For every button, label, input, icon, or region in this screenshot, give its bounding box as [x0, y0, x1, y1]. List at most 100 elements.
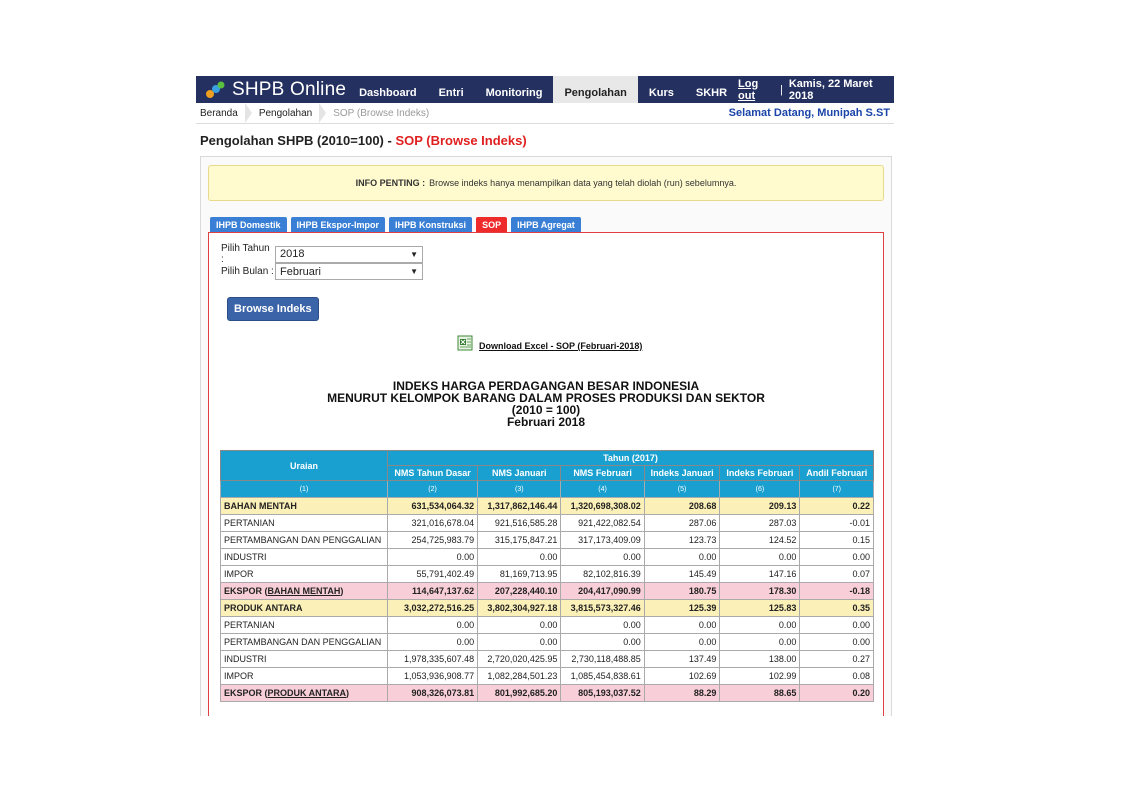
browse-indeks-button[interactable]: Browse Indeks [227, 297, 319, 321]
table-cell: 921,422,082.54 [560, 514, 645, 532]
download-excel-link[interactable]: Download Excel - SOP (Februari-2018) [479, 341, 642, 351]
table-cell: 0.00 [799, 548, 874, 566]
row-label-link[interactable]: BAHAN MENTAH [268, 586, 341, 596]
table-cell: -0.01 [799, 514, 874, 532]
column-number: (3) [477, 480, 562, 498]
table-cell: 138.00 [719, 650, 801, 668]
table-cell: 921,516,585.28 [477, 514, 562, 532]
tab-ihpb-ekspor-impor[interactable]: IHPB Ekspor-Impor [290, 217, 386, 233]
table-cell: 315,175,847.21 [477, 531, 562, 549]
row-label: PERTAMBANGAN DAN PENGGALIAN [220, 633, 388, 651]
table-cell: 0.15 [799, 531, 874, 549]
table-cell: 209.13 [719, 497, 801, 515]
nav-dashboard[interactable]: Dashboard [348, 76, 427, 103]
table-cell: 125.83 [719, 599, 801, 617]
row-label: INDUSTRI [220, 650, 388, 668]
table-cell: 908,326,073.81 [386, 684, 479, 702]
breadcrumb-beranda[interactable]: Beranda [196, 108, 242, 119]
top-right-area: Log out | Kamis, 22 Maret 2018 [738, 76, 894, 103]
table-cell: 123.73 [643, 531, 721, 549]
table-cell: 0.00 [799, 633, 874, 651]
table-cell: 0.00 [477, 548, 562, 566]
logout-link[interactable]: Log out [738, 78, 774, 102]
column-header-group: Tahun (2017) [387, 450, 874, 466]
logo-text: SHPB Online [232, 78, 347, 100]
table-cell: 2,720,020,425.95 [477, 650, 562, 668]
row-label: EKSPOR (BAHAN MENTAH) [220, 582, 388, 600]
tab-ihpb-domestik[interactable]: IHPB Domestik [210, 217, 287, 233]
row-label: EKSPOR (PRODUK ANTARA) [220, 684, 388, 702]
column-number: (4) [560, 480, 645, 498]
row-label-prefix: EKSPOR ( [224, 688, 268, 698]
bulan-select-value: Februari [280, 265, 321, 278]
tab-ihpb-konstruksi[interactable]: IHPB Konstruksi [389, 217, 473, 233]
table-cell: 147.16 [719, 565, 801, 583]
table-row: BAHAN MENTAH 631,534,064.32 1,317,862,146.… [220, 497, 874, 515]
form-row-bulan: Pilih Bulan : Februari ▼ [221, 263, 423, 280]
table-cell: 82,102,816.39 [560, 565, 645, 583]
table-row: PERTAMBANGAN DAN PENGGALIAN 0.00 0.00 0.00 0… [220, 633, 874, 651]
breadcrumb-pengolahan[interactable]: Pengolahan [255, 108, 316, 119]
row-label: PRODUK ANTARA [220, 599, 388, 617]
chevron-down-icon: ▼ [410, 267, 418, 276]
table-cell: 0.27 [799, 650, 874, 668]
excel-file-icon[interactable] [457, 335, 473, 351]
table-cell: -0.18 [799, 582, 874, 600]
table-cell: 631,534,064.32 [386, 497, 479, 515]
table-cell: 114,647,137.62 [386, 582, 479, 600]
nav-kurs[interactable]: Kurs [638, 76, 685, 103]
table-cell: 321,016,678.04 [386, 514, 479, 532]
app-window: SHPB Online Dashboard Entri Monitoring P… [196, 76, 894, 716]
table-cell: 0.07 [799, 565, 874, 583]
table-cell: 0.00 [386, 633, 479, 651]
table-cell: 0.00 [719, 548, 801, 566]
form-row-tahun: Pilih Tahun : 2018 ▼ [221, 243, 423, 265]
table-cell: 102.69 [643, 667, 721, 685]
info-box: INFO PENTING : Browse indeks hanya menam… [208, 165, 884, 201]
row-label-suffix: ) [340, 586, 344, 596]
table-cell: 0.00 [560, 616, 645, 634]
report-title-line: Februari 2018 [506, 415, 586, 429]
nav-pengolahan[interactable]: Pengolahan [553, 76, 638, 103]
tahun-select[interactable]: 2018 ▼ [275, 245, 423, 263]
table-cell: 0.00 [643, 616, 721, 634]
app-logo[interactable]: SHPB Online [196, 76, 348, 103]
breadcrumb-separator [319, 103, 327, 123]
index-table: Uraian Tahun (2017) NMS Tahun Dasar NMS … [220, 450, 874, 702]
column-number: (6) [719, 480, 801, 498]
current-date: Kamis, 22 Maret 2018 [788, 77, 873, 102]
row-label-link[interactable]: PRODUK ANTARA [268, 688, 347, 698]
table-cell: 317,173,409.09 [560, 531, 645, 549]
bulan-select[interactable]: Februari ▼ [275, 263, 423, 280]
table-cell: 805,193,037.52 [560, 684, 645, 702]
breadcrumb-current: SOP (Browse Indeks) [333, 107, 430, 119]
table-cell: 1,317,862,146.44 [477, 497, 562, 515]
nav-monitoring[interactable]: Monitoring [475, 76, 554, 103]
table-cell: 207,228,440.10 [477, 582, 562, 600]
column-header: NMS Januari [477, 465, 562, 481]
table-cell: 0.00 [560, 633, 645, 651]
column-header: NMS Tahun Dasar [386, 465, 479, 481]
column-header: Andil Februari [799, 465, 874, 481]
table-cell: 145.49 [643, 565, 721, 583]
tab-sop[interactable]: SOP [476, 217, 508, 233]
table-cell: 0.35 [799, 599, 874, 617]
table-cell: 3,815,573,327.46 [560, 599, 645, 617]
column-header: Indeks Januari [643, 465, 721, 481]
table-row: INDUSTRI 0.00 0.00 0.00 0.00 0.00 0.00 [220, 548, 874, 566]
table-cell: 287.03 [719, 514, 801, 532]
bulan-label: Pilih Bulan : [221, 266, 274, 277]
table-cell: 124.52 [719, 531, 801, 549]
table-row: PRODUK ANTARA 3,032,272,516.25 3,802,304,9… [220, 599, 874, 617]
main-nav: Dashboard Entri Monitoring Pengolahan Ku… [348, 76, 738, 103]
table-cell: 0.00 [386, 548, 479, 566]
tab-bar: IHPB Domestik IHPB Ekspor-Impor IHPB Kon… [210, 217, 581, 233]
page-title-main: Pengolahan SHPB (2010=100) - [200, 133, 396, 148]
nav-skhr[interactable]: SKHR [685, 76, 738, 103]
column-header: Indeks Februari [719, 465, 801, 481]
column-number-row: (1) (2) (3) (4) (5) (6) (7) [220, 480, 874, 498]
table-cell: 81,169,713.95 [477, 565, 562, 583]
table-row: PERTANIAN 321,016,678.04 921,516,585.28 921… [220, 514, 874, 532]
nav-entri[interactable]: Entri [428, 76, 475, 103]
tab-ihpb-agregat[interactable]: IHPB Agregat [511, 217, 581, 233]
